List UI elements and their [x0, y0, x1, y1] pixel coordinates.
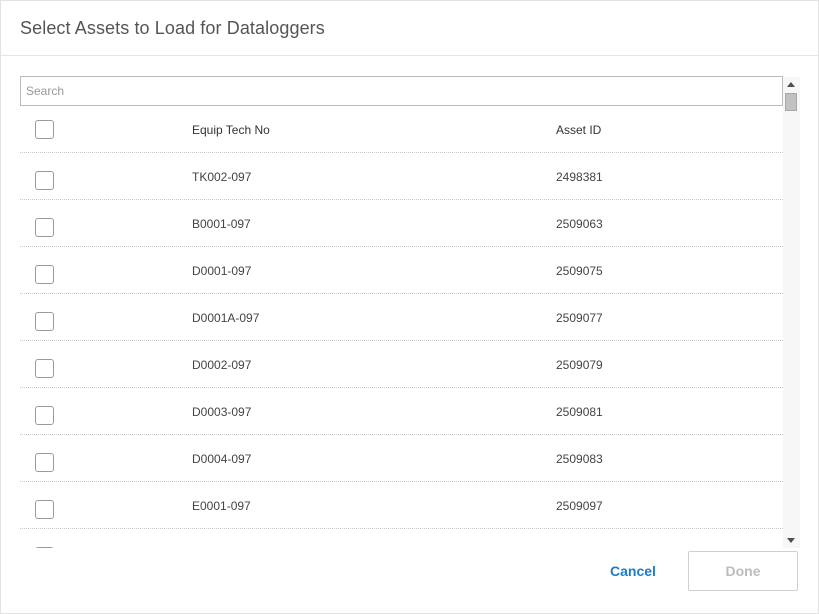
row-checkbox[interactable]	[35, 547, 54, 548]
row-checkbox[interactable]	[35, 453, 54, 472]
asset-list-panel: Equip Tech No Asset ID TK002-097 2498381…	[20, 76, 800, 548]
equip-tech-no-cell: D0001A-097	[192, 310, 260, 325]
row-checkbox[interactable]	[35, 359, 54, 378]
table-row[interactable]: D0001A-097 2509077	[20, 294, 783, 341]
asset-id-cell: 2509097	[556, 498, 603, 513]
table-row[interactable]: D0002-097 2509079	[20, 341, 783, 388]
column-header-equip-tech-no[interactable]: Equip Tech No	[192, 106, 270, 153]
search-input[interactable]	[20, 76, 783, 106]
equip-tech-no-cell: D0001-097	[192, 263, 252, 278]
select-all-checkbox[interactable]	[35, 120, 54, 139]
table-row[interactable]: D0001-097 2509075	[20, 247, 783, 294]
asset-id-cell: 2509075	[556, 263, 603, 278]
asset-id-cell: 2509099	[556, 529, 603, 549]
vertical-scrollbar[interactable]	[783, 77, 800, 548]
equip-tech-no-cell: B0001-097	[192, 216, 251, 231]
table-header-row: Equip Tech No Asset ID	[20, 106, 783, 153]
scroll-down-arrow-icon[interactable]	[787, 538, 795, 543]
dialog-header: Select Assets to Load for Dataloggers	[1, 1, 818, 56]
table-row[interactable]: E0002-097 2509099	[20, 529, 783, 548]
asset-id-cell: 2498381	[556, 169, 603, 184]
asset-id-cell: 2509077	[556, 310, 603, 325]
asset-id-cell: 2509081	[556, 404, 603, 419]
asset-id-cell: 2509083	[556, 451, 603, 466]
row-checkbox[interactable]	[35, 406, 54, 425]
equip-tech-no-cell: E0001-097	[192, 498, 251, 513]
asset-selection-dialog: Select Assets to Load for Dataloggers Eq…	[0, 0, 819, 614]
asset-id-cell: 2509063	[556, 216, 603, 231]
table-row[interactable]: D0004-097 2509083	[20, 435, 783, 482]
row-checkbox[interactable]	[35, 500, 54, 519]
table-row[interactable]: D0003-097 2509081	[20, 388, 783, 435]
table-row[interactable]: B0001-097 2509063	[20, 200, 783, 247]
dialog-title: Select Assets to Load for Dataloggers	[20, 17, 325, 38]
row-checkbox[interactable]	[35, 312, 54, 331]
asset-table: Equip Tech No Asset ID TK002-097 2498381…	[20, 106, 783, 548]
equip-tech-no-cell: D0002-097	[192, 357, 252, 372]
row-checkbox[interactable]	[35, 265, 54, 284]
done-button[interactable]: Done	[688, 551, 798, 591]
row-checkbox[interactable]	[35, 218, 54, 237]
cancel-button[interactable]: Cancel	[600, 552, 666, 590]
equip-tech-no-cell: D0004-097	[192, 451, 252, 466]
table-row[interactable]: E0001-097 2509097	[20, 482, 783, 529]
scroll-up-arrow-icon[interactable]	[787, 82, 795, 87]
column-header-asset-id[interactable]: Asset ID	[556, 106, 601, 153]
scrollbar-thumb[interactable]	[785, 93, 797, 111]
equip-tech-no-cell: D0003-097	[192, 404, 252, 419]
equip-tech-no-cell: E0002-097	[192, 529, 251, 549]
equip-tech-no-cell: TK002-097	[192, 169, 252, 184]
asset-id-cell: 2509079	[556, 357, 603, 372]
row-checkbox[interactable]	[35, 171, 54, 190]
table-row[interactable]: TK002-097 2498381	[20, 153, 783, 200]
